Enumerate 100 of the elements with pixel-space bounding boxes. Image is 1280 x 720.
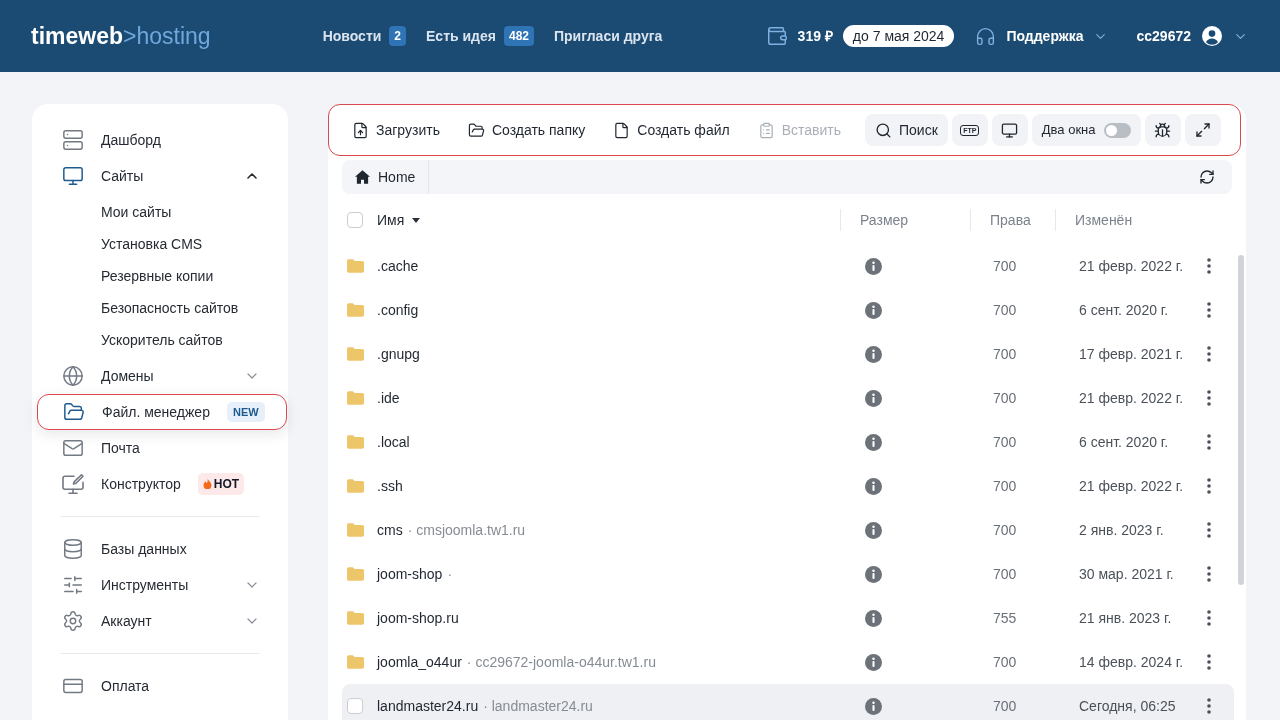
bug-button[interactable] <box>1144 114 1181 146</box>
file-name[interactable]: .ide <box>377 387 400 409</box>
modified-date: 14 февр. 2024 г. <box>1079 652 1184 672</box>
sliders-icon <box>62 574 84 596</box>
sidebar-subitem[interactable]: Безопасность сайтов <box>32 292 288 324</box>
sidebar-subitem[interactable]: Резервные копии <box>32 260 288 292</box>
info-icon[interactable] <box>865 609 882 627</box>
new-file-button[interactable]: Создать файл <box>605 114 738 146</box>
file-name[interactable]: landmaster24.ru <box>377 695 479 717</box>
info-icon[interactable] <box>865 301 882 319</box>
folder-icon <box>63 401 85 423</box>
sidebar-item[interactable]: Сайты <box>32 158 288 194</box>
info-icon[interactable] <box>865 653 882 671</box>
kebab-icon <box>1207 654 1211 670</box>
column-header[interactable]: Размер <box>860 209 909 231</box>
highlighted-row[interactable]: landmaster24.ru · landmaster24.ru 700 Сегодня, 06:25 <box>342 684 1234 720</box>
fullscreen-button[interactable] <box>1184 114 1221 146</box>
file-name[interactable]: .cache <box>377 255 419 277</box>
kebab-icon <box>1207 346 1211 362</box>
file-name[interactable]: joom-shop <box>377 563 443 585</box>
expand-icon <box>1194 122 1211 138</box>
info-icon[interactable] <box>865 389 882 407</box>
kebab-icon <box>1207 698 1211 714</box>
sidebar-item[interactable]: Почта <box>32 430 288 466</box>
file-name[interactable]: joomla_o44ur <box>377 651 462 673</box>
flame-icon <box>202 478 212 490</box>
kebab-icon <box>1207 302 1211 318</box>
file-name[interactable]: .ssh <box>377 475 403 497</box>
logo[interactable]: timeweb>hosting <box>31 24 211 48</box>
column-header[interactable]: Изменён <box>1075 209 1133 231</box>
info-icon[interactable] <box>865 257 882 275</box>
toggle-switch[interactable] <box>1103 122 1131 138</box>
kebab-icon <box>1207 566 1211 582</box>
upload-button[interactable]: Загрузить <box>344 114 448 146</box>
permissions-text: 700 <box>993 388 1017 408</box>
modified-date: 21 февр. 2022 г. <box>1079 388 1184 408</box>
file-name[interactable]: .config <box>377 299 419 321</box>
nav-link[interactable]: Есть идея 482 <box>426 25 534 47</box>
info-icon[interactable] <box>865 521 882 539</box>
permissions-text: 700 <box>993 344 1017 364</box>
sidebar-item[interactable]: Оплата <box>32 668 288 704</box>
file-name[interactable]: joom-shop.ru <box>377 607 459 629</box>
permissions-text: 700 <box>993 476 1017 496</box>
file-icon <box>613 121 631 139</box>
select-all-checkbox[interactable] <box>347 212 363 228</box>
sidebar-item[interactable]: Базы данных <box>32 531 288 567</box>
sidebar-item[interactable]: Файл. менеджер NEW <box>37 394 287 430</box>
nav-link[interactable]: Пригласи друга <box>554 25 663 47</box>
kebab-icon <box>1207 478 1211 494</box>
modified-date: 30 мар. 2021 г. <box>1079 564 1174 584</box>
monitor-button[interactable] <box>991 114 1028 146</box>
refresh-icon <box>1199 169 1215 185</box>
kebab-icon <box>1207 434 1211 450</box>
column-header[interactable]: Права <box>990 209 1031 231</box>
file-name[interactable]: .local <box>377 431 410 453</box>
folder-note: · landmaster24.ru <box>483 696 593 716</box>
sidebar-subitem[interactable]: Установка CMS <box>32 228 288 260</box>
info-icon[interactable] <box>865 565 882 583</box>
info-icon[interactable] <box>865 345 882 363</box>
balance-amount: 319 ₽ <box>797 26 833 46</box>
permissions-text: 700 <box>993 652 1017 672</box>
search-button[interactable]: Поиск <box>865 114 948 146</box>
modified-date: 6 сент. 2020 г. <box>1079 300 1169 320</box>
permissions-text: 700 <box>993 520 1017 540</box>
sidebar-item[interactable]: Домены <box>32 358 288 394</box>
kebab-icon <box>1207 390 1211 406</box>
modified-date: 6 сент. 2020 г. <box>1079 432 1169 452</box>
wallet-icon <box>765 25 788 47</box>
permissions-text: 700 <box>993 696 1017 716</box>
sidebar-subitem[interactable]: Мои сайты <box>32 196 288 228</box>
folder-note: · cc29672-joomla-o44ur.tw1.ru <box>466 652 656 672</box>
new-folder-button[interactable]: Создать папку <box>459 114 594 146</box>
info-icon[interactable] <box>865 433 882 451</box>
column-header[interactable]: Имя <box>377 209 421 231</box>
user-avatar-icon <box>1202 26 1222 46</box>
kebab-icon <box>1207 522 1211 538</box>
modified-date: 2 янв. 2023 г. <box>1079 520 1164 540</box>
envelope-icon <box>62 437 84 459</box>
sidebar-subitem[interactable]: Ускоритель сайтов <box>32 324 288 356</box>
row-checkbox[interactable] <box>347 698 363 714</box>
breadcrumb-link[interactable]: Home <box>342 160 430 194</box>
sidebar-item[interactable]: Дашборд <box>32 122 288 158</box>
nav-link[interactable]: Новости 2 <box>322 25 407 47</box>
sidebar-item[interactable]: Инструменты <box>32 567 288 603</box>
info-icon[interactable] <box>865 477 882 495</box>
file-name[interactable]: cms <box>377 519 403 541</box>
sidebar-item[interactable]: Конструктор HOT <box>32 466 288 502</box>
sidebar-item[interactable]: Аккаунт <box>32 603 288 639</box>
folder-icon <box>467 121 485 139</box>
clipboard-icon <box>757 121 775 139</box>
file-name[interactable]: .gnupg <box>377 343 420 365</box>
info-icon[interactable] <box>865 697 882 715</box>
folder-note: · cmsjoomla.tw1.ru <box>407 520 526 540</box>
user-menu[interactable]: cc29672 <box>1136 25 1248 47</box>
monitor-icon <box>1001 121 1019 139</box>
kebab-icon <box>1207 610 1211 626</box>
folder-note: · <box>447 564 453 584</box>
support-menu[interactable]: Поддержка <box>975 25 1109 47</box>
scrollbar[interactable] <box>1238 255 1244 585</box>
two-pane-toggle[interactable]: Два окна <box>1031 114 1141 146</box>
